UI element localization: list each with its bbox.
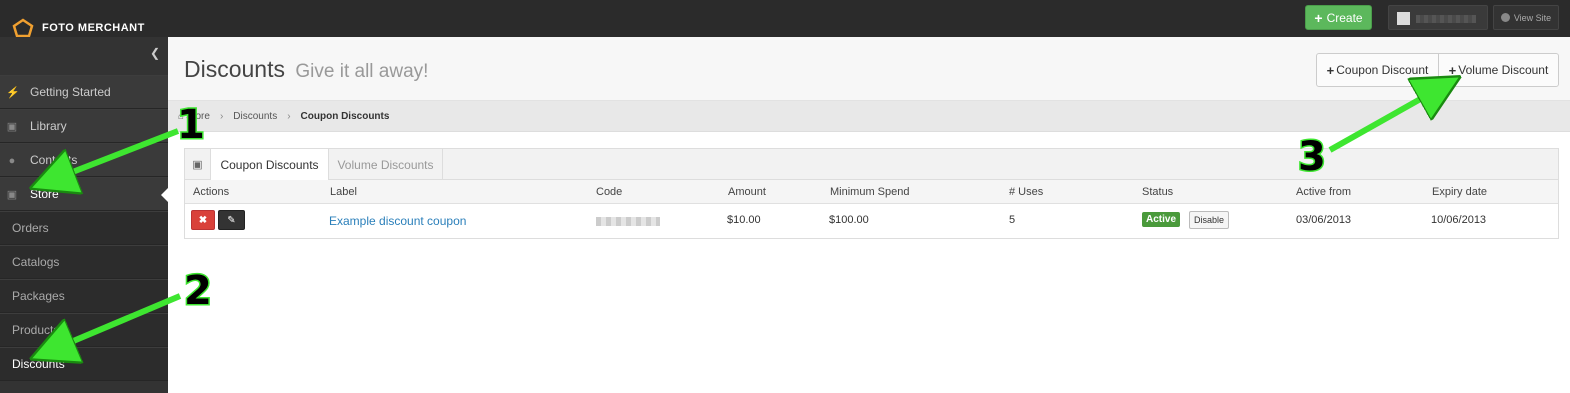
globe-icon <box>1500 13 1510 22</box>
coupon-code-redacted <box>596 217 660 226</box>
page-subtitle: Give it all away! <box>295 61 429 82</box>
sidebar-item-label: Library <box>30 119 67 133</box>
column-header: Code <box>596 186 623 198</box>
sidebar-item-packages[interactable]: Packages <box>0 279 168 313</box>
sidebar-item-label: Orders <box>12 221 49 235</box>
logo-icon <box>12 18 34 38</box>
create-label: Create <box>1326 10 1363 25</box>
breadcrumb-store[interactable]: Store <box>186 111 210 122</box>
expiry-cell: 10/06/2013 <box>1431 214 1487 226</box>
cart-icon: ▣ <box>185 149 211 180</box>
sidebar-item-label: Catalogs <box>12 255 60 269</box>
disable-button[interactable]: Disable <box>1189 211 1229 229</box>
min-spend-cell: $100.00 <box>829 214 869 226</box>
chevron-left-icon[interactable]: ❮ <box>150 46 160 60</box>
tab-bar: ▣ Coupon Discounts Volume Discounts <box>185 149 1558 181</box>
sidebar-item-contacts[interactable]: ● Contacts <box>0 143 168 177</box>
column-header: Actions <box>193 186 230 198</box>
column-header: Status <box>1142 186 1174 198</box>
add-volume-discount-button[interactable]: + Volume Discount <box>1438 53 1559 87</box>
page-header: Discounts Give it all away! + Coupon Dis… <box>168 37 1570 101</box>
plus-icon: + <box>1314 9 1323 26</box>
create-button[interactable]: + Create <box>1305 5 1372 30</box>
cart-icon: ▣ <box>6 189 18 201</box>
page-title: Discounts Give it all away! <box>184 56 428 83</box>
tab-label: Volume Discounts <box>337 157 434 172</box>
sidebar-item-getting-started[interactable]: ⚡ Getting Started <box>0 75 168 109</box>
breadcrumb: ⌂ Store › Discounts › Coupon Discounts <box>168 101 1570 132</box>
avatar <box>1397 12 1410 25</box>
image-icon: ▣ <box>6 121 18 133</box>
sidebar-item-label: Discounts <box>12 357 65 371</box>
volume-discount-label: Volume Discount <box>1458 63 1549 77</box>
chevron-right-icon: › <box>219 110 224 122</box>
top-bar: FOTO MERCHANT + Create View Site <box>0 0 1570 38</box>
add-coupon-discount-button[interactable]: + Coupon Discount <box>1316 53 1439 87</box>
uses-cell: 5 <box>1009 214 1016 226</box>
column-header: Minimum Spend <box>830 186 910 198</box>
table-header: Actions Label Code Amount Minimum Spend … <box>185 180 1558 204</box>
amount-cell: $10.00 <box>727 214 761 226</box>
column-header: Expiry date <box>1432 186 1488 198</box>
coupon-discount-label: Coupon Discount <box>1336 63 1429 77</box>
breadcrumb-discounts[interactable]: Discounts <box>233 111 277 122</box>
user-icon: ● <box>8 155 16 167</box>
user-name-redacted <box>1416 15 1476 23</box>
column-header: Label <box>330 186 357 198</box>
sidebar-item-catalogs[interactable]: Catalogs <box>0 245 168 279</box>
discounts-panel: ▣ Coupon Discounts Volume Discounts Acti… <box>184 148 1559 239</box>
breadcrumb-current: Coupon Discounts <box>300 110 390 122</box>
sidebar: ❮ ⚡ Getting Started ▣ Library ● Contacts… <box>0 37 168 393</box>
sidebar-item-label: Getting Started <box>30 85 111 99</box>
tab-coupon-discounts[interactable]: Coupon Discounts <box>211 149 329 181</box>
page-title-text: Discounts <box>184 56 285 82</box>
plus-icon: + <box>1448 62 1457 78</box>
column-header: Amount <box>728 186 766 198</box>
sidebar-item-store[interactable]: ▣ Store <box>0 177 168 211</box>
active-from-cell: 03/06/2013 <box>1296 214 1352 226</box>
user-menu[interactable] <box>1388 5 1488 30</box>
tab-label: Coupon Discounts <box>220 158 319 172</box>
view-site-label: View Site <box>1513 12 1552 23</box>
plus-icon: + <box>1326 62 1335 78</box>
sidebar-item-orders[interactable]: Orders <box>0 211 168 245</box>
sidebar-item-label: Store <box>30 187 59 201</box>
chevron-right-icon: › <box>287 110 291 122</box>
table-row: ✖ ✎ Example discount coupon $10.00 $100.… <box>185 204 1558 238</box>
brand-name: FOTO MERCHANT <box>42 22 145 34</box>
sidebar-item-discounts[interactable]: Discounts <box>0 347 168 381</box>
status-badge: Active <box>1142 212 1181 227</box>
bolt-icon: ⚡ <box>6 87 20 99</box>
column-header: Active from <box>1296 186 1352 198</box>
sidebar-item-label: Contacts <box>30 153 78 167</box>
active-caret <box>161 188 168 202</box>
delete-button[interactable]: ✖ <box>191 210 215 230</box>
close-icon: ✖ <box>198 214 208 226</box>
disable-label: Disable <box>1193 215 1224 225</box>
main-content: Discounts Give it all away! + Coupon Dis… <box>168 37 1570 393</box>
home-icon[interactable]: ⌂ <box>178 111 184 122</box>
view-site-button[interactable]: View Site <box>1493 5 1559 30</box>
coupon-label-link[interactable]: Example discount coupon <box>329 214 466 228</box>
edit-icon: ✎ <box>227 214 236 226</box>
sidebar-item-products[interactable]: Products <box>0 313 168 347</box>
sidebar-item-label: Products <box>12 323 60 337</box>
sidebar-item-library[interactable]: ▣ Library <box>0 109 168 143</box>
edit-button[interactable]: ✎ <box>218 210 245 230</box>
column-header: # Uses <box>1009 186 1044 198</box>
tab-volume-discounts[interactable]: Volume Discounts <box>329 149 443 180</box>
sidebar-item-label: Packages <box>12 289 65 303</box>
